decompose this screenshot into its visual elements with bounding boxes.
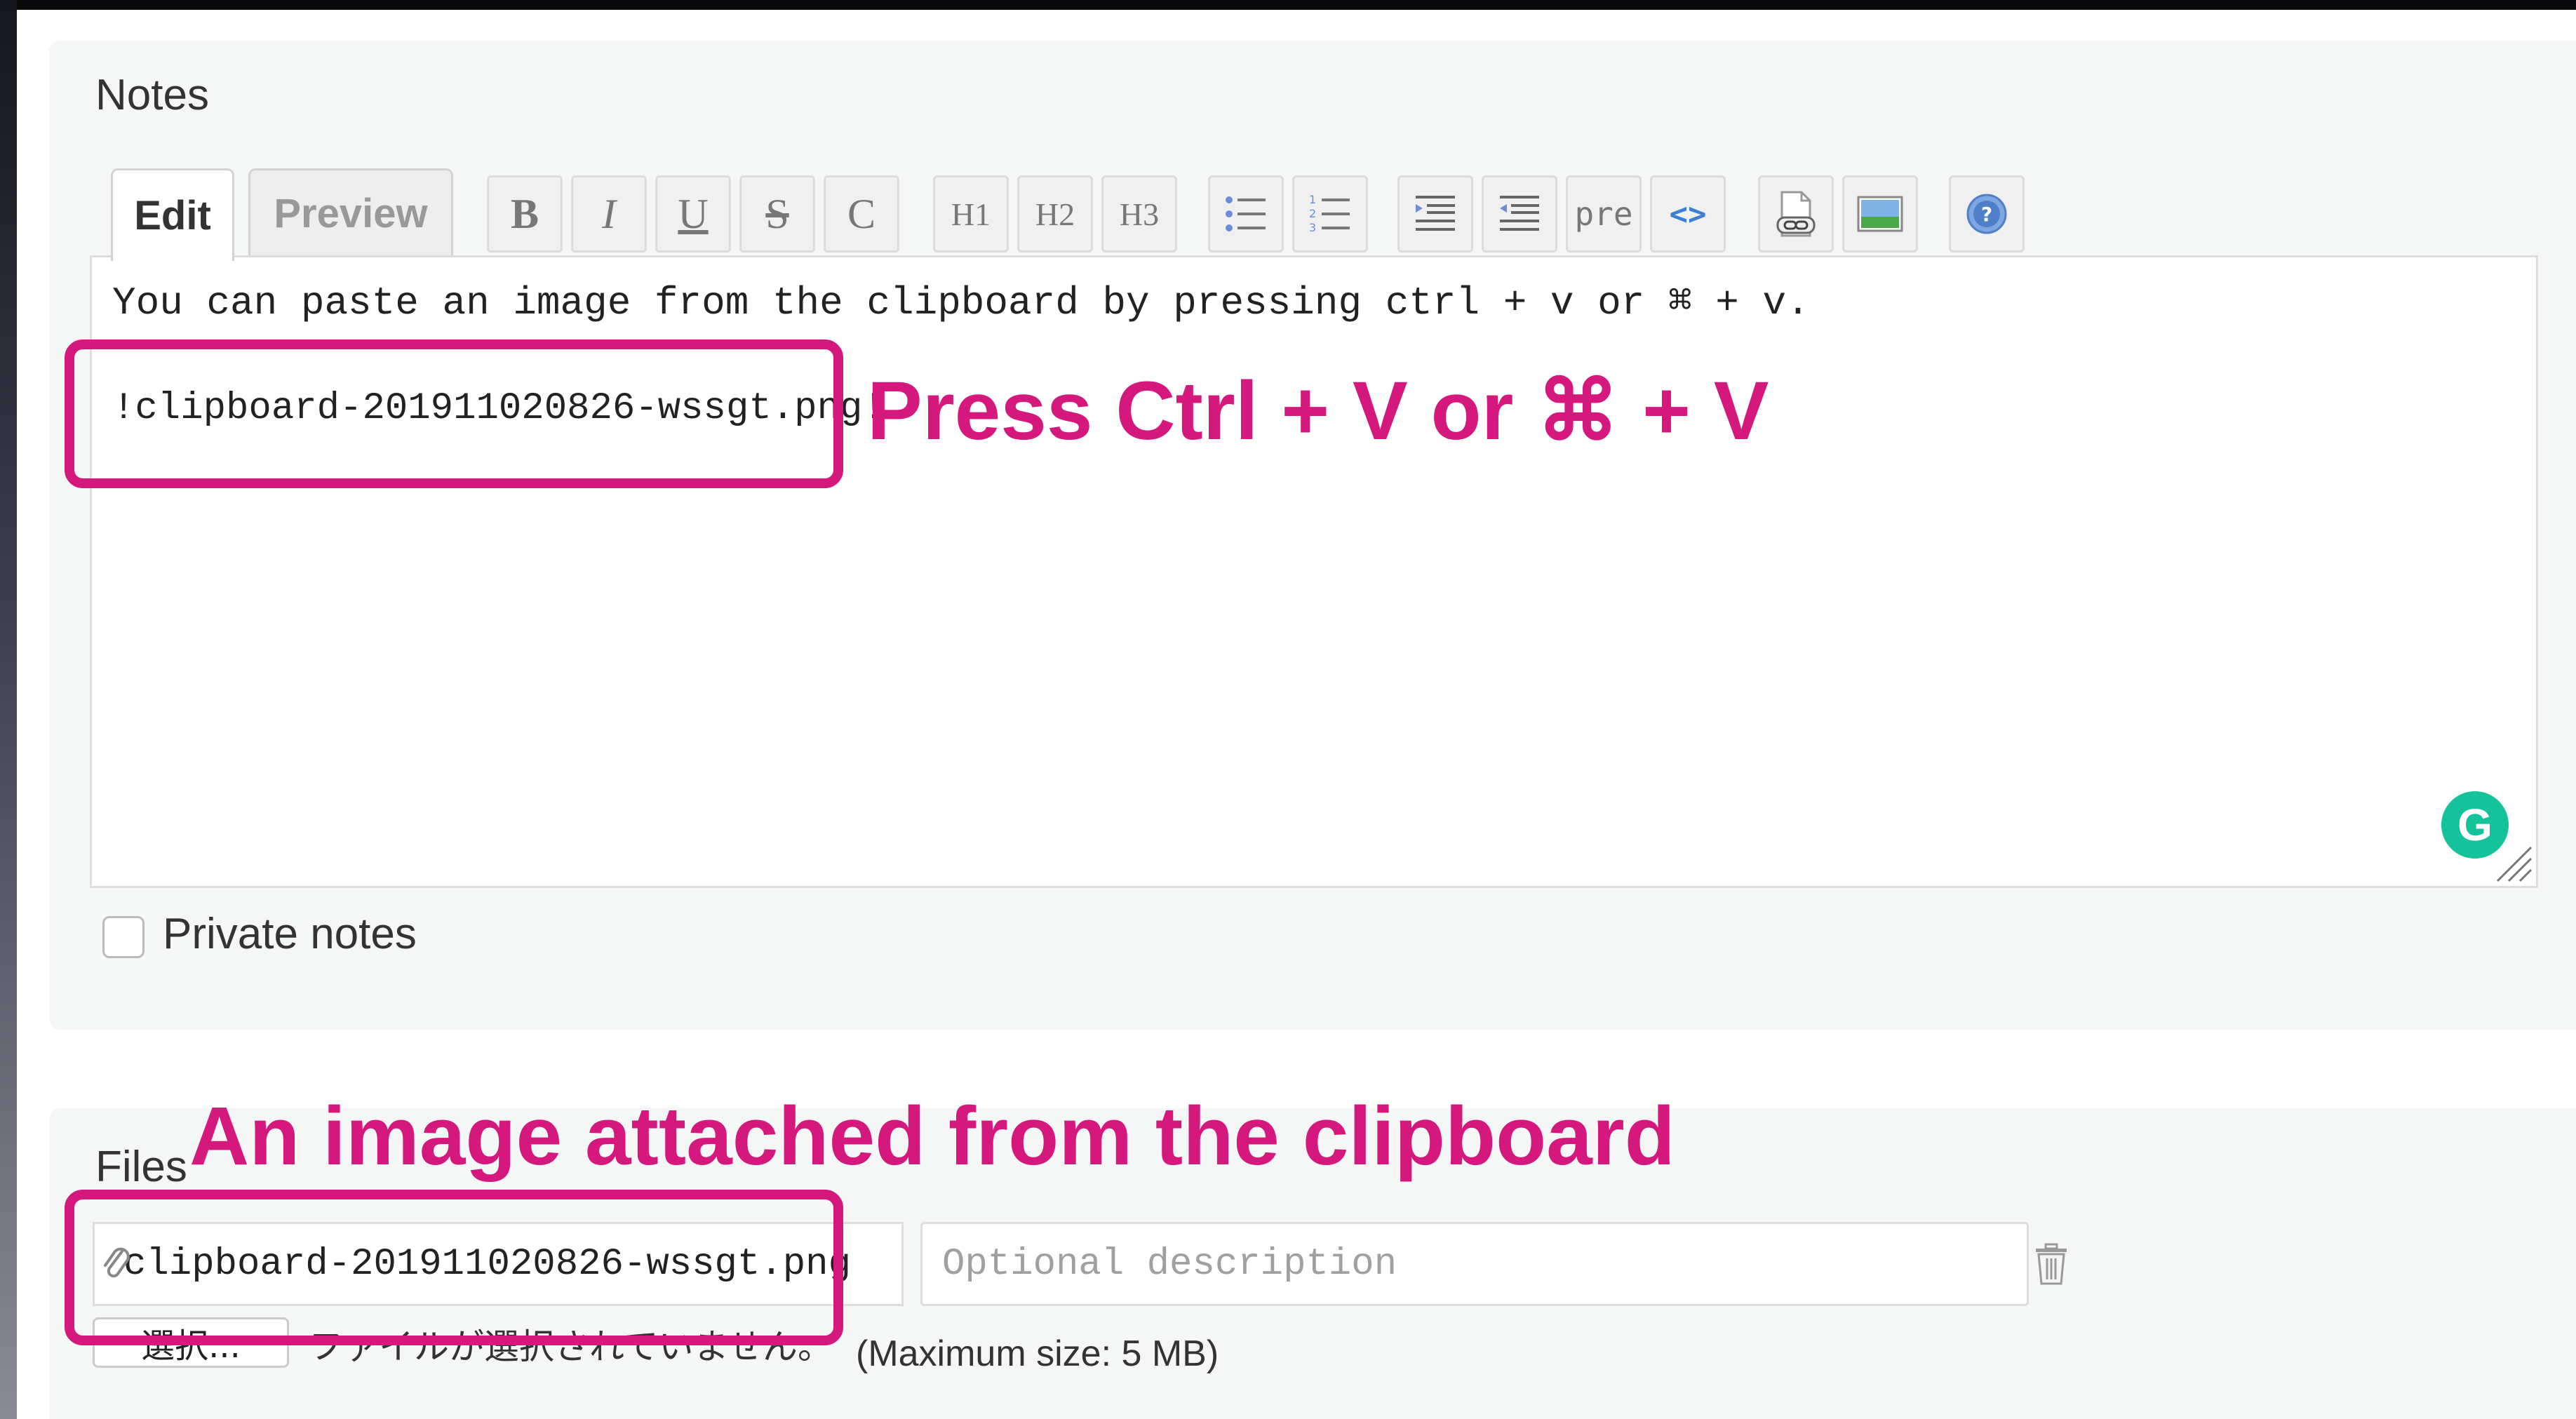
heading1-icon: H1 <box>951 196 991 232</box>
svg-text:1: 1 <box>1309 193 1316 206</box>
underline-button[interactable]: U <box>655 175 731 253</box>
private-notes-checkbox[interactable] <box>102 916 145 958</box>
heading2-icon: H2 <box>1035 196 1075 232</box>
preformatted-button[interactable]: pre <box>1566 175 1642 253</box>
paste-hint-annotation: Press Ctrl + V or ⌘ + V <box>867 365 1769 457</box>
help-icon: ? <box>1966 194 2007 234</box>
editor-hint-line: You can paste an image from the clipboar… <box>112 281 1810 325</box>
paste-highlight-box <box>65 339 843 488</box>
ordered-list-icon: 1 2 3 <box>1309 193 1350 234</box>
heading1-button[interactable]: H1 <box>933 175 1009 253</box>
svg-text:?: ? <box>1981 203 1992 226</box>
italic-button[interactable]: I <box>571 175 647 253</box>
heading2-button[interactable]: H2 <box>1017 175 1093 253</box>
outdent-icon <box>1500 196 1539 231</box>
indent-button[interactable] <box>1397 175 1473 253</box>
files-title: Files <box>95 1143 187 1191</box>
page-root: Notes Edit Preview B I U S C H1 H2 H3 1 … <box>0 0 2576 1419</box>
attached-hint-annotation: An image attached from the clipboard <box>189 1090 1675 1183</box>
strikethrough-button[interactable]: S <box>739 175 815 253</box>
unordered-list-button[interactable] <box>1208 175 1284 253</box>
highlighted-code-icon: <> <box>1669 196 1707 232</box>
tab-preview[interactable]: Preview <box>248 168 453 257</box>
help-button[interactable]: ? <box>1949 175 2025 253</box>
notes-title: Notes <box>95 71 209 119</box>
insert-image-button[interactable] <box>1842 175 1918 253</box>
tab-edit[interactable]: Edit <box>111 168 234 261</box>
inline-code-button[interactable]: C <box>824 175 899 253</box>
bold-button[interactable]: B <box>487 175 563 253</box>
bold-icon: B <box>510 190 539 237</box>
link-page-icon <box>1776 191 1816 237</box>
svg-text:3: 3 <box>1309 221 1316 234</box>
preformatted-icon: pre <box>1574 195 1633 233</box>
strikethrough-icon: S <box>765 190 789 237</box>
private-notes-label: Private notes <box>163 910 417 958</box>
svg-text:2: 2 <box>1309 207 1316 220</box>
resize-handle-icon[interactable] <box>2489 839 2534 884</box>
italic-icon: I <box>602 190 616 237</box>
outdent-button[interactable] <box>1482 175 1557 253</box>
max-size-note: (Maximum size: 5 MB) <box>856 1333 1219 1374</box>
grammarly-letter: G <box>2457 800 2493 850</box>
window-top-edge <box>0 0 2576 10</box>
code-icon: C <box>847 190 876 237</box>
attached-file-highlight-box <box>65 1190 843 1345</box>
heading3-button[interactable]: H3 <box>1101 175 1177 253</box>
trash-icon[interactable] <box>2033 1243 2069 1285</box>
link-to-page-button[interactable] <box>1758 175 1834 253</box>
indent-icon <box>1416 196 1455 231</box>
image-icon <box>1857 196 1903 232</box>
underline-icon: U <box>678 190 709 237</box>
ordered-list-button[interactable]: 1 2 3 <box>1292 175 1368 253</box>
unordered-list-icon <box>1226 196 1266 231</box>
highlighted-code-button[interactable]: <> <box>1650 175 1726 253</box>
window-left-edge <box>0 0 17 1419</box>
heading3-icon: H3 <box>1119 196 1160 232</box>
file-description-input[interactable] <box>920 1222 2029 1306</box>
